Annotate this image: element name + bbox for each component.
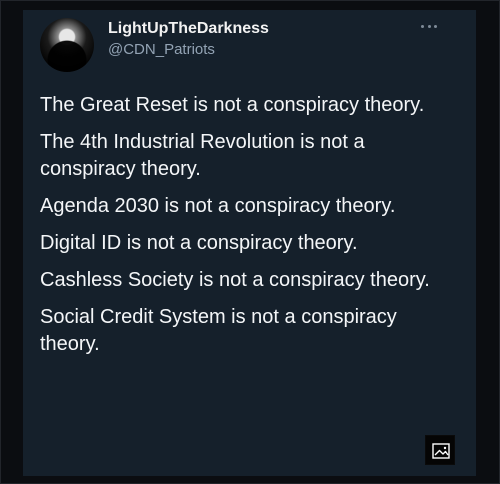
tweet-text: The Great Reset is not a conspiracy theo… (40, 92, 450, 358)
tweet-line: Digital ID is not a conspiracy theory. (40, 232, 358, 254)
more-dot (434, 24, 437, 28)
more-icon[interactable] (421, 21, 437, 31)
tweet-line: The 4th Industrial Revolution is not a c… (40, 131, 365, 180)
more-dot (427, 24, 431, 28)
more-dot (421, 24, 424, 28)
tweet-line: Social Credit System is not a conspiracy… (40, 306, 397, 355)
tweet-line: Cashless Society is not a conspiracy the… (40, 269, 430, 291)
tweet-line: Agenda 2030 is not a conspiracy theory. (40, 195, 396, 217)
tweet-card: LightUpTheDarkness @CDN_Patriots The Gre… (23, 10, 476, 476)
image-icon[interactable] (425, 435, 455, 465)
display-name[interactable]: LightUpTheDarkness (108, 20, 269, 38)
screenshot-page: LightUpTheDarkness @CDN_Patriots The Gre… (0, 0, 500, 484)
masked-face-avatar-icon (40, 18, 94, 72)
handle[interactable]: @CDN_Patriots (108, 41, 215, 58)
avatar[interactable] (40, 18, 94, 72)
tweet-line: The Great Reset is not a conspiracy theo… (40, 94, 425, 116)
